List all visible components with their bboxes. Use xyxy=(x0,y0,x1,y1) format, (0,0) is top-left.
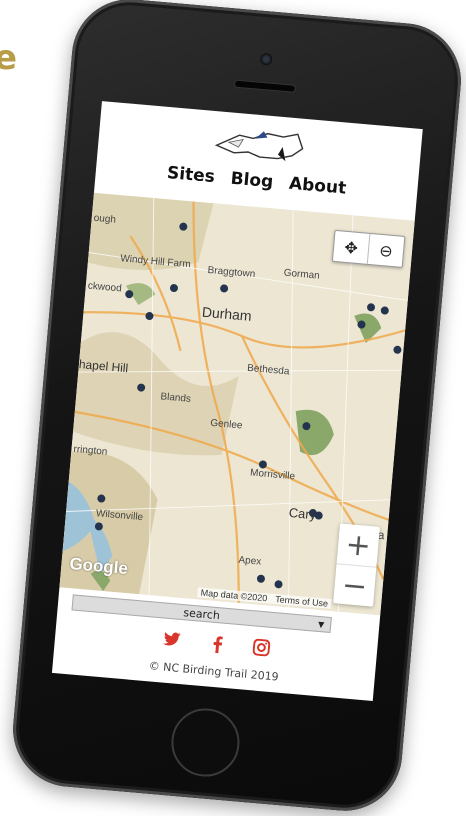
map-label-apex: Apex xyxy=(238,555,262,568)
instagram-icon[interactable] xyxy=(252,638,270,657)
phone: Sites Blog About ough Windy Hill Farm ck… xyxy=(8,0,466,816)
zoom-in-button[interactable]: + xyxy=(337,523,380,566)
twitter-icon[interactable] xyxy=(162,630,181,648)
screen: Sites Blog About ough Windy Hill Farm ck… xyxy=(51,101,423,701)
map-label-ough: ough xyxy=(93,213,116,226)
locate-icon[interactable]: ✥ xyxy=(333,231,369,264)
cropped-heading: e xyxy=(0,38,18,78)
map-label-cary: Cary xyxy=(288,505,317,522)
map-top-controls: ✥ ⊖ xyxy=(331,229,406,268)
nc-birding-logo xyxy=(214,131,304,162)
nav-sites[interactable]: Sites xyxy=(165,163,215,197)
zoom-out-button[interactable]: − xyxy=(333,563,377,608)
zoom-controls: + − xyxy=(333,523,380,608)
search-label: search xyxy=(182,605,221,622)
dropdown-caret-icon: ▼ xyxy=(317,619,325,629)
nav-about[interactable]: About xyxy=(287,174,347,209)
stage: e Sites Blog About ough Windy Hill Farm … xyxy=(0,0,466,816)
nav-blog[interactable]: Blog xyxy=(229,169,274,203)
map[interactable]: ough Windy Hill Farm ckwood Braggtown Go… xyxy=(59,192,415,616)
facebook-icon[interactable] xyxy=(210,635,224,654)
zoom-search-icon[interactable]: ⊖ xyxy=(366,233,405,267)
